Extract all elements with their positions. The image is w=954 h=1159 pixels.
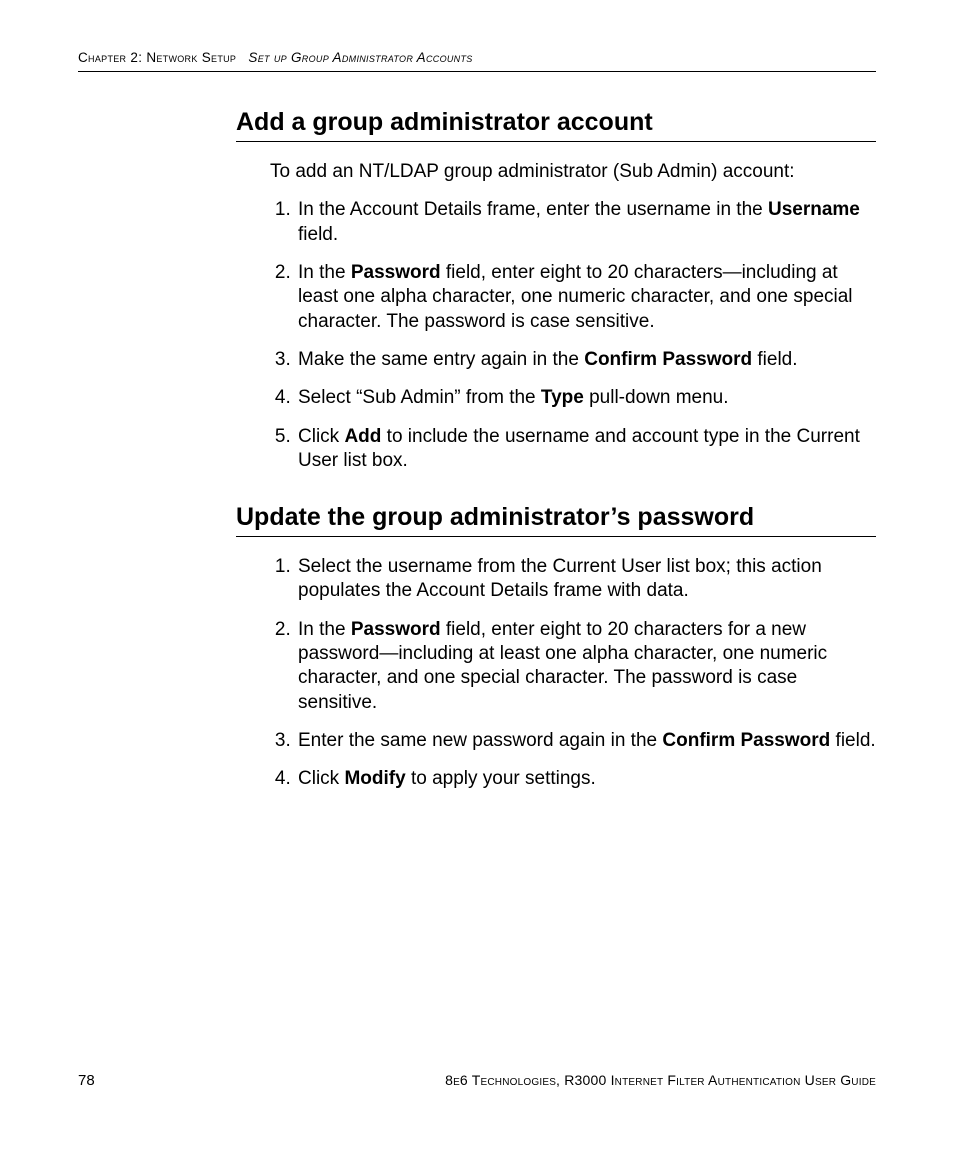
step-item: Select the username from the Current Use… [296,555,876,604]
step-text: In the [298,619,351,640]
page: Chapter 2: Network Setup Set up Group Ad… [0,0,954,1159]
step-text: Select the username from the Current Use… [298,556,822,601]
step-text: Click [298,768,344,789]
field-name-username: Username [768,199,860,220]
step-text: to apply your settings. [406,768,596,789]
step-text: Make the same entry again in the [298,349,584,370]
step-item: In the Password field, enter eight to 20… [296,261,876,334]
step-text: Select “Sub Admin” from the [298,387,541,408]
step-text: In the Account Details frame, enter the … [298,199,768,220]
step-item: Enter the same new password again in the… [296,729,876,753]
step-text: In the [298,262,351,283]
button-name-add: Add [344,426,381,447]
step-text: field. [830,730,875,751]
steps-add-account: In the Account Details frame, enter the … [270,198,876,473]
content-area: Add a group administrator account To add… [236,108,876,792]
step-text: pull-down menu. [584,387,729,408]
step-item: Click Modify to apply your settings. [296,767,876,791]
field-name-type: Type [541,387,584,408]
field-name-password: Password [351,619,441,640]
running-header: Chapter 2: Network Setup Set up Group Ad… [78,50,876,72]
step-item: Click Add to include the username and ac… [296,425,876,474]
intro-add-account: To add an NT/LDAP group administrator (S… [270,160,876,184]
footer-doc-title: 8e6 Technologies, R3000 Internet Filter … [445,1072,876,1088]
step-item: Select “Sub Admin” from the Type pull-do… [296,386,876,410]
field-name-confirm-password: Confirm Password [662,730,830,751]
step-item: Make the same entry again in the Confirm… [296,348,876,372]
step-text: field. [298,224,338,245]
field-name-password: Password [351,262,441,283]
step-item: In the Account Details frame, enter the … [296,198,876,247]
steps-update-password: Select the username from the Current Use… [270,555,876,792]
header-chapter: Chapter 2: Network Setup [78,50,236,65]
page-footer: 78 8e6 Technologies, R3000 Internet Filt… [78,1072,876,1089]
heading-update-password: Update the group administrator’s passwor… [236,503,876,537]
step-text: to include the username and account type… [298,426,860,471]
header-section: Set up Group Administrator Accounts [248,50,472,65]
step-text: Enter the same new password again in the [298,730,662,751]
step-text: field. [752,349,797,370]
button-name-modify: Modify [344,768,405,789]
step-item: In the Password field, enter eight to 20… [296,618,876,715]
step-text: Click [298,426,344,447]
heading-add-account: Add a group administrator account [236,108,876,142]
page-number: 78 [78,1072,95,1089]
field-name-confirm-password: Confirm Password [584,349,752,370]
